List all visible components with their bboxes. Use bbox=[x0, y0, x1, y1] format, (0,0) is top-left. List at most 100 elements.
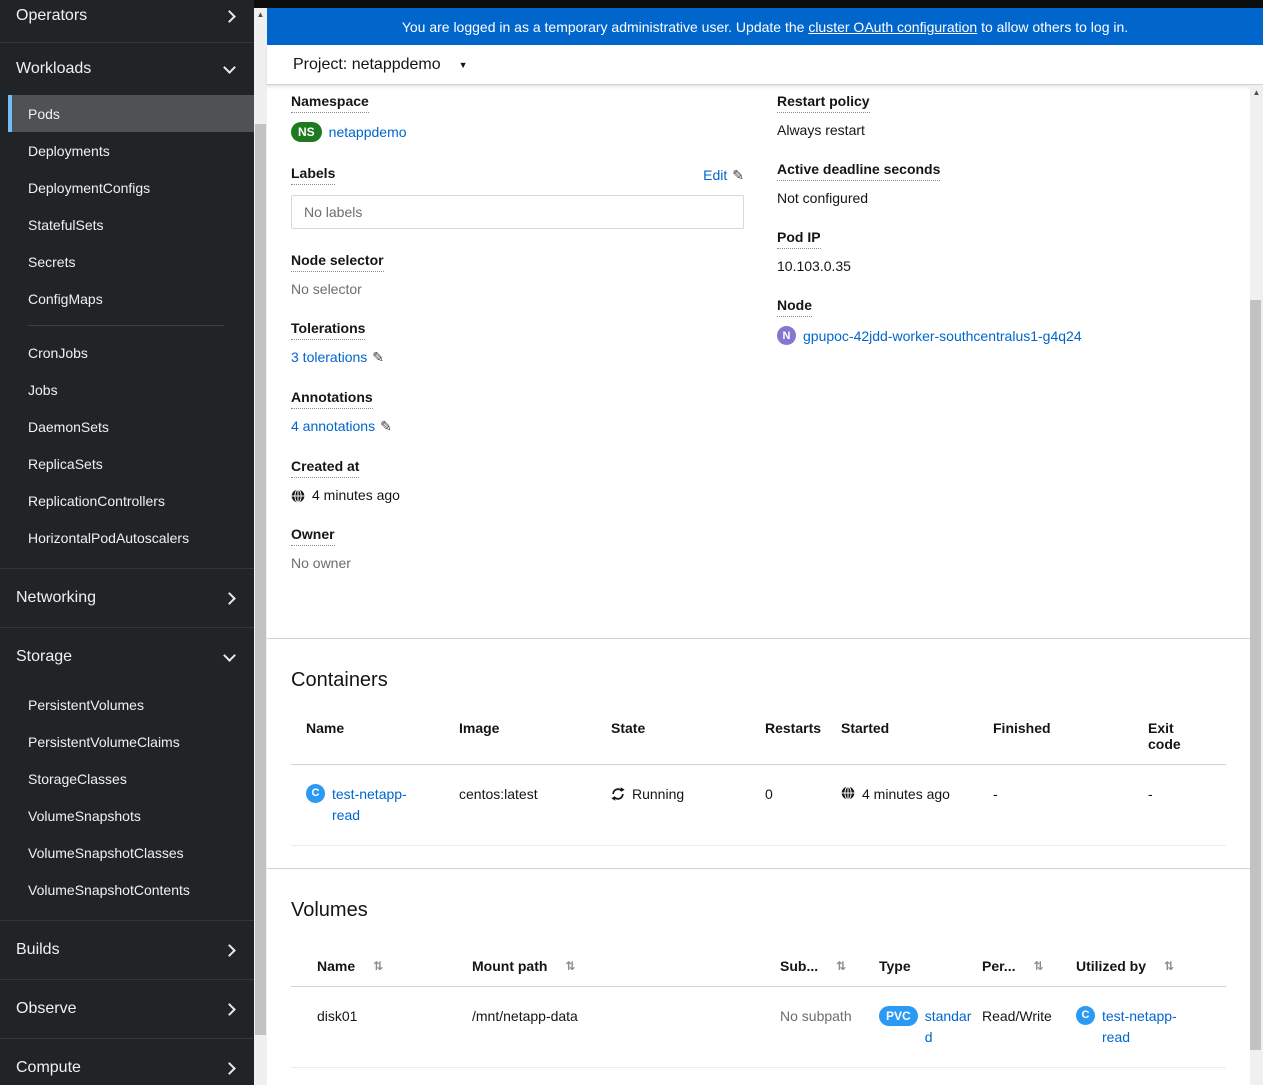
labels-term: Labels bbox=[291, 165, 336, 185]
namespace-link[interactable]: netappdemo bbox=[329, 124, 407, 140]
volume-name: disk01 bbox=[317, 1008, 358, 1024]
col-header-name[interactable]: Name ⇅ bbox=[317, 952, 472, 986]
sidebar-item-jobs[interactable]: Jobs bbox=[0, 371, 254, 408]
sidebar-item-storageclasses[interactable]: StorageClasses bbox=[0, 760, 254, 797]
sidebar-item-cronjobs[interactable]: CronJobs bbox=[0, 334, 254, 371]
container-badge-icon: C bbox=[306, 784, 325, 803]
sidebar-item-deploymentconfigs[interactable]: DeploymentConfigs bbox=[0, 169, 254, 206]
sidebar-item-builds[interactable]: Builds bbox=[0, 921, 254, 979]
sort-icon[interactable]: ⇅ bbox=[836, 958, 846, 974]
container-name-link[interactable]: test-netapp-read bbox=[332, 784, 420, 826]
restart-policy-group: Restart policy Always restart bbox=[777, 93, 1226, 138]
sidebar-item-secrets[interactable]: Secrets bbox=[0, 243, 254, 280]
container-finished: - bbox=[993, 786, 998, 802]
sidebar-item-compute[interactable]: Compute bbox=[0, 1039, 254, 1085]
project-selector-label: Project: netappdemo bbox=[293, 55, 441, 73]
col-header-utilized-by[interactable]: Utilized by ⇅ bbox=[1076, 952, 1226, 986]
sidebar-item-persistentvolumes[interactable]: PersistentVolumes bbox=[0, 686, 254, 723]
sidebar-item-deployments[interactable]: Deployments bbox=[0, 132, 254, 169]
details-right-column: Restart policy Always restart Active dea… bbox=[777, 93, 1226, 594]
annotations-group: Annotations 4 annotations ✎ bbox=[291, 389, 744, 435]
active-deadline-value: Not configured bbox=[777, 190, 869, 206]
sort-icon[interactable]: ⇅ bbox=[565, 958, 575, 974]
pod-ip-group: Pod IP 10.103.0.35 bbox=[777, 229, 1226, 274]
content-scrollbar[interactable]: ▲ bbox=[1250, 85, 1263, 1085]
sort-icon[interactable]: ⇅ bbox=[373, 958, 383, 974]
sort-icon[interactable]: ⇅ bbox=[1033, 958, 1043, 974]
masthead-edge bbox=[254, 0, 1263, 8]
node-term: Node bbox=[777, 297, 812, 317]
sidebar-item-label: Builds bbox=[16, 941, 60, 958]
sidebar-scrollbar-thumb[interactable] bbox=[255, 124, 266, 1035]
col-header-subpath[interactable]: Sub... ⇅ bbox=[780, 952, 879, 986]
chevron-right-icon bbox=[223, 591, 236, 605]
scroll-up-icon[interactable]: ▲ bbox=[1250, 88, 1263, 98]
project-selector[interactable]: Project: netappdemo ▼ bbox=[293, 56, 468, 74]
pencil-icon: ✎ bbox=[372, 349, 385, 365]
container-image: centos:latest bbox=[459, 786, 538, 802]
chevron-down-icon bbox=[223, 60, 236, 74]
sidebar-item-horizontalpodautoscalers[interactable]: HorizontalPodAutoscalers bbox=[0, 519, 254, 556]
volume-type-empty bbox=[879, 1068, 982, 1085]
globe-icon bbox=[841, 786, 855, 800]
sync-running-icon bbox=[611, 787, 625, 801]
globe-icon bbox=[291, 489, 305, 503]
labels-edit-button[interactable]: Edit ✎ bbox=[703, 167, 744, 184]
utilized-by-link[interactable]: test-netapp-read bbox=[1102, 1006, 1192, 1048]
volume-subpath: No subpath bbox=[780, 1008, 852, 1024]
oauth-configuration-link[interactable]: cluster OAuth configuration bbox=[808, 19, 977, 35]
pvc-link[interactable]: standard bbox=[925, 1006, 972, 1048]
sidebar-item-label: Networking bbox=[16, 589, 97, 606]
sidebar-item-pods[interactable]: Pods bbox=[8, 95, 254, 132]
pvc-badge-icon: PVC bbox=[879, 1006, 918, 1026]
container-row: C test-netapp-read centos:latest Running bbox=[291, 765, 1226, 846]
sidebar-item-networking[interactable]: Networking bbox=[0, 569, 254, 627]
node-selector-value: No selector bbox=[291, 281, 362, 297]
sidebar-item-statefulsets[interactable]: StatefulSets bbox=[0, 206, 254, 243]
node-badge-icon: N bbox=[777, 326, 796, 345]
owner-term: Owner bbox=[291, 526, 335, 546]
sidebar-item-operators[interactable]: Operators bbox=[0, 0, 254, 42]
volumes-heading: Volumes bbox=[291, 899, 368, 921]
volume-row: disk01 /mnt/netapp-data No subpath PVC s… bbox=[291, 987, 1226, 1068]
containers-heading: Containers bbox=[291, 669, 388, 691]
sidebar-item-volumesnapshots[interactable]: VolumeSnapshots bbox=[0, 797, 254, 834]
container-restarts: 0 bbox=[765, 786, 773, 802]
created-at-value: 4 minutes ago bbox=[312, 487, 400, 503]
sidebar-item-workloads[interactable]: Workloads bbox=[0, 43, 254, 95]
containers-table: Name Image State Restarts Started Finish… bbox=[291, 714, 1226, 868]
node-link[interactable]: gpupoc-42jdd-worker-southcentralus1-g4q2… bbox=[803, 328, 1082, 344]
volumes-table-header: Name ⇅ Mount path ⇅ Sub... ⇅ Type Per... ⇅ U… bbox=[291, 952, 1226, 987]
sidebar-item-persistentvolumeclaims[interactable]: PersistentVolumeClaims bbox=[0, 723, 254, 760]
sidebar-item-configmaps[interactable]: ConfigMaps bbox=[0, 280, 254, 317]
scroll-up-icon[interactable]: ▲ bbox=[254, 10, 267, 20]
tolerations-edit-link[interactable]: 3 tolerations ✎ bbox=[291, 349, 384, 366]
sidebar-item-volumesnapshotcontents[interactable]: VolumeSnapshotContents bbox=[0, 871, 254, 908]
sidebar-item-observe[interactable]: Observe bbox=[0, 980, 254, 1038]
chevron-right-icon bbox=[223, 9, 236, 23]
col-header-permissions[interactable]: Per... ⇅ bbox=[982, 952, 1076, 986]
col-header-type[interactable]: Type bbox=[879, 952, 982, 986]
pod-details-content: Namespace NS netappdemo Labels Edit ✎ No … bbox=[267, 85, 1263, 1085]
caret-down-icon: ▼ bbox=[458, 59, 468, 70]
sort-icon[interactable]: ⇅ bbox=[1164, 958, 1174, 974]
sidebar-scrollbar[interactable]: ▲ bbox=[254, 0, 267, 1085]
sidebar-item-replicasets[interactable]: ReplicaSets bbox=[0, 445, 254, 482]
volume-mount-path: /var/run/secrets/kubernetes.io/serviceac… bbox=[472, 1068, 780, 1085]
chevron-right-icon bbox=[223, 1002, 236, 1016]
volumes-section: Volumes Name ⇅ Mount path ⇅ Sub... ⇅ Type P… bbox=[267, 868, 1250, 1085]
pod-ip-term: Pod IP bbox=[777, 229, 821, 249]
col-header-mount-path[interactable]: Mount path ⇅ bbox=[472, 952, 780, 986]
content-scrollbar-thumb[interactable] bbox=[1250, 300, 1261, 1050]
sidebar-item-daemonsets[interactable]: DaemonSets bbox=[0, 408, 254, 445]
container-started: 4 minutes ago bbox=[862, 786, 950, 802]
sidebar-item-storage[interactable]: Storage bbox=[0, 628, 254, 686]
owner-group: Owner No owner bbox=[291, 526, 744, 571]
chevron-right-icon bbox=[223, 943, 236, 957]
annotations-edit-link[interactable]: 4 annotations ✎ bbox=[291, 418, 392, 435]
pod-details-grid: Namespace NS netappdemo Labels Edit ✎ No … bbox=[267, 85, 1250, 638]
tolerations-term: Tolerations bbox=[291, 320, 366, 340]
sidebar-item-volumesnapshotclasses[interactable]: VolumeSnapshotClasses bbox=[0, 834, 254, 871]
labels-empty-box: No labels bbox=[291, 195, 744, 229]
sidebar-item-replicationcontrollers[interactable]: ReplicationControllers bbox=[0, 482, 254, 519]
